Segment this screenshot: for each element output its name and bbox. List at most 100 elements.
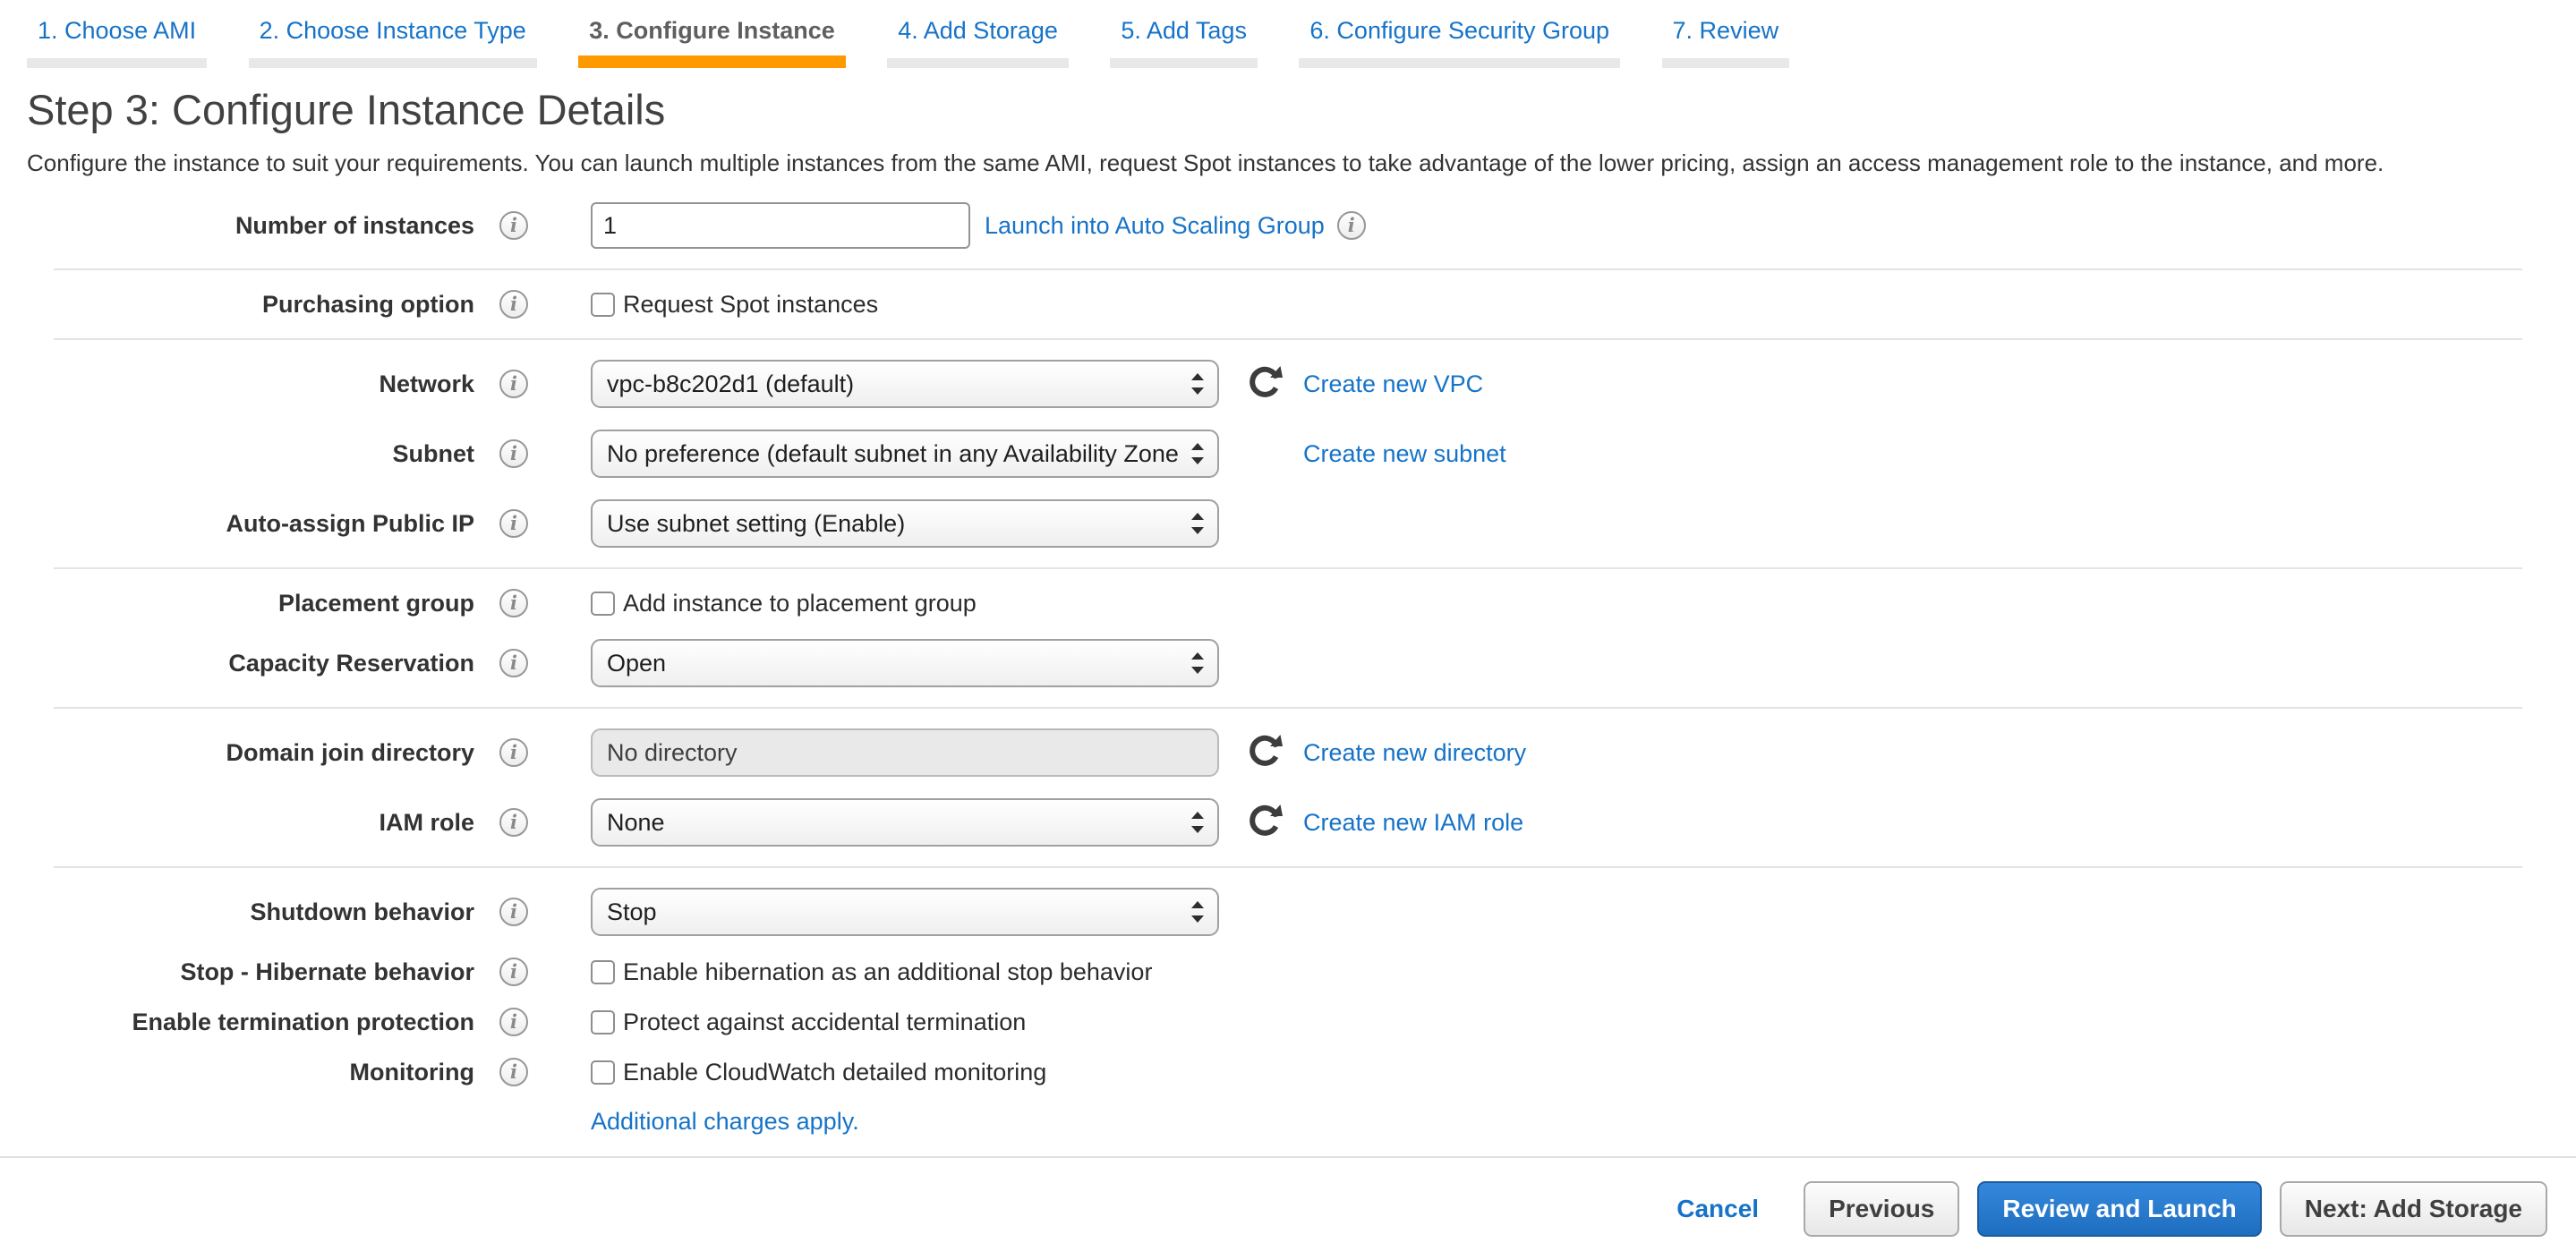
number-of-instances-label: Number of instances <box>27 212 474 240</box>
protect-against-accidental-termination-checkbox[interactable] <box>591 1010 615 1034</box>
refresh-directory-list-icon[interactable] <box>1248 735 1284 770</box>
monitoring-note-row: Additional charges apply. <box>591 1108 2549 1136</box>
info-icon[interactable]: i <box>499 370 528 398</box>
additional-charges-apply-link[interactable]: Additional charges apply. <box>591 1108 859 1135</box>
ec2-launch-wizard-page: 1. Choose AMI 2. Choose Instance Type 3.… <box>0 0 2576 1260</box>
tab-review[interactable]: 7. Review <box>1662 16 1790 68</box>
select-arrows-icon <box>1189 511 1207 536</box>
tab-label[interactable]: 1. Choose AMI <box>27 16 207 45</box>
subnet-label: Subnet <box>27 440 474 468</box>
row-placement-group: Placement group i Add instance to placem… <box>27 589 2549 617</box>
select-arrows-icon <box>1189 371 1207 396</box>
group-instance-count: Number of instances i Launch into Auto S… <box>27 183 2549 268</box>
tab-configure-security-group[interactable]: 6. Configure Security Group <box>1299 16 1620 68</box>
auto-assign-public-ip-select-value: Use subnet setting (Enable) <box>607 510 905 538</box>
info-icon[interactable]: i <box>499 898 528 926</box>
tab-label[interactable]: 5. Add Tags <box>1110 16 1258 45</box>
select-arrows-icon <box>1189 441 1207 466</box>
capacity-reservation-select-value: Open <box>607 650 666 677</box>
refresh-iam-role-list-icon[interactable] <box>1248 805 1284 840</box>
add-instance-to-placement-group-checkbox[interactable] <box>591 592 615 616</box>
iam-role-select[interactable]: None <box>591 798 1219 847</box>
create-new-vpc-link[interactable]: Create new VPC <box>1303 370 1483 398</box>
network-label: Network <box>27 370 474 398</box>
row-domain-join-directory: Domain join directory i No directory Cre… <box>27 728 2549 777</box>
info-icon[interactable]: i <box>499 738 528 767</box>
tab-configure-instance[interactable]: 3. Configure Instance <box>578 16 846 68</box>
tab-underline <box>887 58 1069 68</box>
info-icon[interactable]: i <box>499 211 528 240</box>
info-icon[interactable]: i <box>499 290 528 319</box>
capacity-reservation-select[interactable]: Open <box>591 639 1219 687</box>
tab-underline <box>27 58 207 68</box>
tab-add-storage[interactable]: 4. Add Storage <box>887 16 1069 68</box>
row-enable-termination-protection: Enable termination protection i Protect … <box>27 1008 2549 1036</box>
domain-join-directory-select-value: No directory <box>607 739 738 767</box>
iam-role-select-value: None <box>607 809 665 837</box>
page-description: Configure the instance to suit your requ… <box>27 143 2549 183</box>
tab-label[interactable]: 2. Choose Instance Type <box>249 16 537 45</box>
placement-group-label: Placement group <box>27 590 474 617</box>
info-icon[interactable]: i <box>499 1008 528 1036</box>
tab-underline <box>1662 58 1790 68</box>
launch-into-auto-scaling-group-link[interactable]: Launch into Auto Scaling Group <box>985 212 1325 240</box>
cancel-link[interactable]: Cancel <box>1676 1181 1759 1237</box>
enable-termination-protection-label: Enable termination protection <box>27 1009 474 1036</box>
row-capacity-reservation: Capacity Reservation i Open <box>27 639 2549 687</box>
shutdown-behavior-select[interactable]: Stop <box>591 888 1219 936</box>
add-instance-to-placement-group-checkbox-label[interactable]: Add instance to placement group <box>623 590 977 617</box>
domain-join-directory-select: No directory <box>591 728 1219 777</box>
capacity-reservation-label: Capacity Reservation <box>27 650 474 677</box>
protect-against-accidental-termination-checkbox-label[interactable]: Protect against accidental termination <box>623 1009 1026 1036</box>
wizard-step-tabs: 1. Choose AMI 2. Choose Instance Type 3.… <box>0 0 2576 68</box>
info-icon[interactable]: i <box>499 1058 528 1086</box>
row-stop-hibernate-behavior: Stop - Hibernate behavior i Enable hiber… <box>27 958 2549 986</box>
enable-cloudwatch-detailed-monitoring-checkbox-label[interactable]: Enable CloudWatch detailed monitoring <box>623 1059 1046 1086</box>
tab-label[interactable]: 6. Configure Security Group <box>1299 16 1620 45</box>
previous-button[interactable]: Previous <box>1804 1181 1959 1237</box>
group-network: Network i vpc-b8c202d1 (default) Create … <box>27 340 2549 567</box>
enable-hibernation-checkbox-label[interactable]: Enable hibernation as an additional stop… <box>623 958 1152 986</box>
request-spot-instances-checkbox-label[interactable]: Request Spot instances <box>623 291 878 319</box>
select-arrows-icon <box>1189 899 1207 924</box>
network-select[interactable]: vpc-b8c202d1 (default) <box>591 360 1219 408</box>
tab-choose-ami[interactable]: 1. Choose AMI <box>27 16 207 68</box>
create-new-directory-link[interactable]: Create new directory <box>1303 739 1526 767</box>
info-icon[interactable]: i <box>1337 211 1366 240</box>
tab-label[interactable]: 4. Add Storage <box>887 16 1069 45</box>
info-icon[interactable]: i <box>499 649 528 677</box>
create-new-iam-role-link[interactable]: Create new IAM role <box>1303 809 1523 837</box>
select-arrows-icon <box>1189 651 1207 676</box>
monitoring-label: Monitoring <box>27 1059 474 1086</box>
subnet-select[interactable]: No preference (default subnet in any Ava… <box>591 430 1219 478</box>
tab-underline <box>1110 58 1258 68</box>
network-select-value: vpc-b8c202d1 (default) <box>607 370 854 398</box>
tab-add-tags[interactable]: 5. Add Tags <box>1110 16 1258 68</box>
info-icon[interactable]: i <box>499 439 528 468</box>
review-and-launch-button[interactable]: Review and Launch <box>1977 1181 2261 1237</box>
group-behavior: Shutdown behavior i Stop Stop - Hibernat… <box>27 868 2549 1155</box>
tab-label[interactable]: 7. Review <box>1662 16 1790 45</box>
row-auto-assign-public-ip: Auto-assign Public IP i Use subnet setti… <box>27 499 2549 548</box>
enable-hibernation-checkbox[interactable] <box>591 960 615 984</box>
iam-role-label: IAM role <box>27 809 474 837</box>
info-icon[interactable]: i <box>499 509 528 538</box>
tab-label[interactable]: 3. Configure Instance <box>578 16 846 45</box>
tab-choose-instance-type[interactable]: 2. Choose Instance Type <box>249 16 537 68</box>
row-network: Network i vpc-b8c202d1 (default) Create … <box>27 360 2549 408</box>
refresh-vpc-list-icon[interactable] <box>1248 366 1284 402</box>
shutdown-behavior-label: Shutdown behavior <box>27 898 474 926</box>
info-icon[interactable]: i <box>499 958 528 986</box>
enable-cloudwatch-detailed-monitoring-checkbox[interactable] <box>591 1060 615 1085</box>
request-spot-instances-checkbox[interactable] <box>591 293 615 317</box>
number-of-instances-input[interactable] <box>591 202 970 249</box>
create-new-subnet-link[interactable]: Create new subnet <box>1303 440 1506 468</box>
row-subnet: Subnet i No preference (default subnet i… <box>27 430 2549 478</box>
wizard-footer-bar: Cancel Previous Review and Launch Next: … <box>0 1156 2576 1260</box>
info-icon[interactable]: i <box>499 589 528 617</box>
auto-assign-public-ip-select[interactable]: Use subnet setting (Enable) <box>591 499 1219 548</box>
next-add-storage-button[interactable]: Next: Add Storage <box>2280 1181 2547 1237</box>
row-purchasing-option: Purchasing option i Request Spot instanc… <box>27 290 2549 319</box>
info-icon[interactable]: i <box>499 808 528 837</box>
group-placement: Placement group i Add instance to placem… <box>27 569 2549 707</box>
